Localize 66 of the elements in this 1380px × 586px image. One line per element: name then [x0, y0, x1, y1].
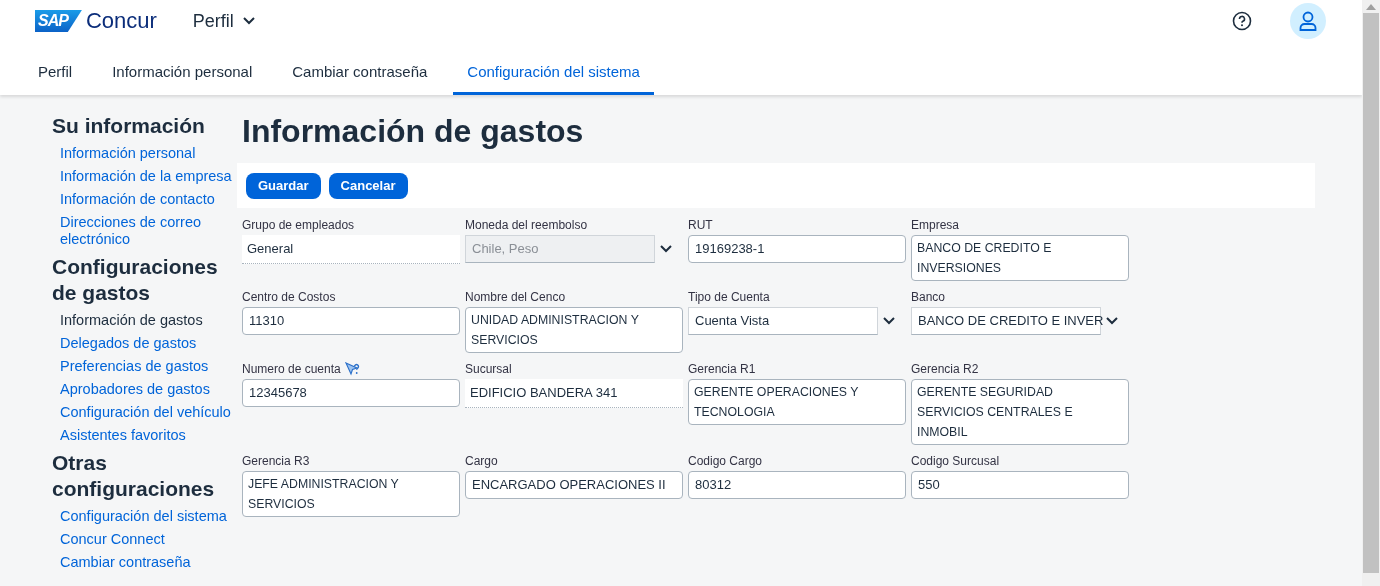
field-label: RUT	[688, 217, 713, 232]
input-field[interactable]: 11310	[242, 307, 460, 335]
sidebar-heading: Su información	[52, 113, 206, 139]
input-field[interactable]: 19169238-1	[688, 235, 906, 263]
field-label: Codigo Surcusal	[911, 453, 1000, 468]
field-label: Numero de cuenta	[242, 361, 341, 376]
input-field[interactable]: 80312	[688, 471, 906, 499]
sidebar-link[interactable]: Información personal	[52, 145, 237, 162]
tab[interactable]: Cambiar contraseña	[278, 50, 442, 95]
scrollbar[interactable]	[1362, 0, 1380, 586]
sidebar-link[interactable]: Concur Connect	[52, 531, 237, 548]
profile-menu[interactable]: Perfil	[192, 10, 256, 32]
field-label: Grupo de empleados	[242, 217, 355, 232]
user-avatar[interactable]	[1290, 3, 1326, 39]
sidebar-link[interactable]: Información de gastos	[52, 312, 237, 329]
field-label: Empresa	[911, 217, 960, 232]
sidebar-link[interactable]: Preferencias de gastos	[52, 358, 237, 375]
save-button[interactable]: Guardar	[246, 172, 321, 199]
read-only-field: EDIFICIO BANDERA 341	[465, 379, 683, 408]
sidebar-link[interactable]: Configuración del sistema	[52, 508, 237, 525]
tab[interactable]: Perfil	[24, 50, 87, 95]
chevron-down-icon[interactable]	[659, 244, 673, 254]
field-label: Sucursal	[465, 361, 512, 376]
sidebar-link[interactable]: Información de la empresa	[52, 168, 237, 185]
user-icon	[1299, 11, 1317, 31]
chevron-down-icon	[241, 16, 256, 26]
field-label: Moneda del reembolso	[465, 217, 588, 232]
input-field[interactable]: 550	[911, 471, 1129, 499]
text-area[interactable]: GERENTE SEGURIDAD SERVICIOS CENTRALES E INMOBIL	[911, 379, 1129, 445]
field-label: Codigo Cargo	[688, 453, 763, 468]
cancel-button[interactable]: Cancelar	[328, 172, 408, 199]
field-label: Gerencia R2	[911, 361, 979, 376]
input-field[interactable]: ENCARGADO OPERACIONES II	[465, 471, 683, 499]
text-area[interactable]: UNIDAD ADMINISTRACION Y SERVICIOS	[465, 307, 683, 353]
chevron-down-icon[interactable]	[1105, 316, 1119, 326]
text-area[interactable]: JEFE ADMINISTRACION Y SERVICIOS	[242, 471, 460, 517]
read-only-field: General	[242, 235, 460, 264]
dropdown-field[interactable]: BANCO DE CREDITO E INVER	[911, 307, 1101, 335]
sidebar-heading: Configuraciones de gastos	[52, 254, 219, 306]
tab[interactable]: Información personal	[98, 50, 267, 95]
help-cursor-icon[interactable]	[344, 361, 361, 376]
input-field[interactable]: 12345678	[242, 379, 460, 407]
sidebar-link[interactable]: Configuración del vehículo	[52, 404, 237, 421]
sidebar-link[interactable]: Asistentes favoritos	[52, 427, 237, 444]
field-label: Gerencia R1	[688, 361, 756, 376]
page-title: Información de gastos	[242, 112, 585, 151]
field-label: Nombre del Cenco	[465, 289, 566, 304]
logo[interactable]: SAP Concur	[35, 8, 157, 34]
field-label: Tipo de Cuenta	[688, 289, 770, 304]
field-label: Centro de Costos	[242, 289, 336, 304]
text-area[interactable]: GERENTE OPERACIONES Y TECNOLOGIA	[688, 379, 906, 425]
field-label: Cargo	[465, 453, 498, 468]
sidebar-link[interactable]: Delegados de gastos	[52, 335, 237, 352]
sidebar-link[interactable]: Direcciones de correo electrónico	[52, 214, 237, 248]
scrollbar-thumb[interactable]	[1363, 13, 1379, 573]
sidebar-link[interactable]: Información de contacto	[52, 191, 237, 208]
dropdown-field[interactable]: Cuenta Vista	[688, 307, 878, 335]
tab[interactable]: Configuración del sistema	[453, 50, 654, 95]
chevron-down-icon[interactable]	[882, 316, 896, 326]
help-icon[interactable]	[1232, 11, 1252, 31]
sidebar-heading: Otras configuraciones	[52, 450, 216, 502]
field-label: Banco	[911, 289, 946, 304]
field-label: Gerencia R3	[242, 453, 310, 468]
sidebar-link[interactable]: Aprobadores de gastos	[52, 381, 237, 398]
text-area[interactable]: BANCO DE CREDITO E INVERSIONES	[911, 235, 1129, 281]
sidebar-link[interactable]: Cambiar contraseña	[52, 554, 237, 571]
